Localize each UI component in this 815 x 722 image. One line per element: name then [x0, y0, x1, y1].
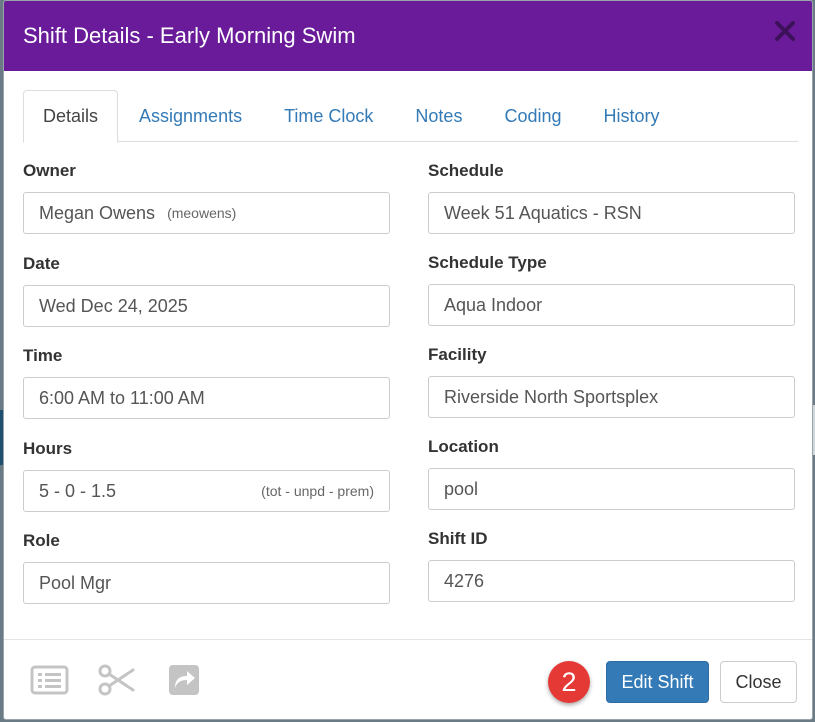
modal-title: Shift Details - Early Morning Swim: [23, 23, 356, 48]
tab-details[interactable]: Details: [23, 90, 119, 143]
time-field[interactable]: 6:00 AM to 11:00 AM: [23, 377, 390, 419]
tab-assignments[interactable]: Assignments: [118, 90, 263, 142]
shift-id-field-group: Shift ID 4276: [428, 528, 795, 602]
schedule-field[interactable]: Week 51 Aquatics - RSN: [428, 192, 795, 234]
date-field[interactable]: Wed Dec 24, 2025: [23, 285, 390, 327]
tab-coding[interactable]: Coding: [483, 90, 582, 142]
hours-field[interactable]: 5 - 0 - 1.5 (tot - unpd - prem): [23, 470, 390, 512]
facility-label: Facility: [428, 345, 487, 364]
schedule-type-value: Aqua Indoor: [444, 294, 543, 315]
facility-value: Riverside North Sportsplex: [444, 386, 659, 407]
shift-id-label: Shift ID: [428, 529, 488, 548]
role-value: Pool Mgr: [39, 572, 112, 593]
hours-field-group: Hours 5 - 0 - 1.5 (tot - unpd - prem): [23, 438, 390, 512]
tab-notes[interactable]: Notes: [394, 90, 483, 142]
schedule-type-label: Schedule Type: [428, 253, 547, 272]
schedule-value: Week 51 Aquatics - RSN: [444, 202, 642, 223]
schedule-type-field[interactable]: Aqua Indoor: [428, 284, 795, 326]
date-field-group: Date Wed Dec 24, 2025: [23, 253, 390, 327]
facility-field-group: Facility Riverside North Sportsplex: [428, 344, 795, 418]
owner-label: Owner: [23, 161, 76, 180]
edit-shift-button[interactable]: Edit Shift: [606, 661, 709, 703]
time-value: 6:00 AM to 11:00 AM: [39, 387, 205, 408]
close-x-icon[interactable]: [774, 20, 796, 42]
hours-hint: (tot - unpd - prem): [261, 483, 374, 499]
location-value: pool: [444, 478, 479, 499]
modal-footer: 2 Edit Shift Close: [4, 639, 812, 719]
date-label: Date: [23, 254, 60, 273]
owner-value: Megan Owens: [39, 202, 156, 223]
scissors-icon[interactable]: [97, 662, 137, 698]
role-field[interactable]: Pool Mgr: [23, 562, 390, 604]
location-field[interactable]: pool: [428, 468, 795, 510]
list-icon[interactable]: [30, 662, 70, 698]
hours-value: 5 - 0 - 1.5: [39, 480, 117, 501]
date-value: Wed Dec 24, 2025: [39, 295, 188, 316]
time-label: Time: [23, 346, 63, 365]
owner-field-group: Owner Megan Owens (meowens): [23, 160, 390, 234]
facility-field[interactable]: Riverside North Sportsplex: [428, 376, 795, 418]
location-label: Location: [428, 437, 499, 456]
location-field-group: Location pool: [428, 436, 795, 510]
shift-details-modal: Shift Details - Early Morning Swim Detai…: [3, 0, 813, 720]
schedule-field-group: Schedule Week 51 Aquatics - RSN: [428, 160, 795, 234]
owner-username: (meowens): [167, 205, 237, 221]
tab-bar: Details Assignments Time Clock Notes Cod…: [23, 90, 798, 143]
modal-header: Shift Details - Early Morning Swim: [4, 1, 812, 71]
hours-label: Hours: [23, 439, 73, 458]
shift-id-field[interactable]: 4276: [428, 560, 795, 602]
schedule-label: Schedule: [428, 161, 504, 180]
schedule-type-field-group: Schedule Type Aqua Indoor: [428, 252, 795, 326]
time-field-group: Time 6:00 AM to 11:00 AM: [23, 345, 390, 419]
shift-id-value: 4276: [444, 570, 485, 591]
role-label: Role: [23, 531, 60, 550]
role-field-group: Role Pool Mgr: [23, 530, 390, 604]
owner-field[interactable]: Megan Owens (meowens): [23, 192, 390, 234]
close-button[interactable]: Close: [720, 661, 797, 703]
tab-time-clock[interactable]: Time Clock: [263, 90, 394, 142]
tab-history[interactable]: History: [583, 90, 681, 142]
step-badge: 2: [548, 661, 590, 703]
share-arrow-icon[interactable]: [166, 662, 206, 698]
